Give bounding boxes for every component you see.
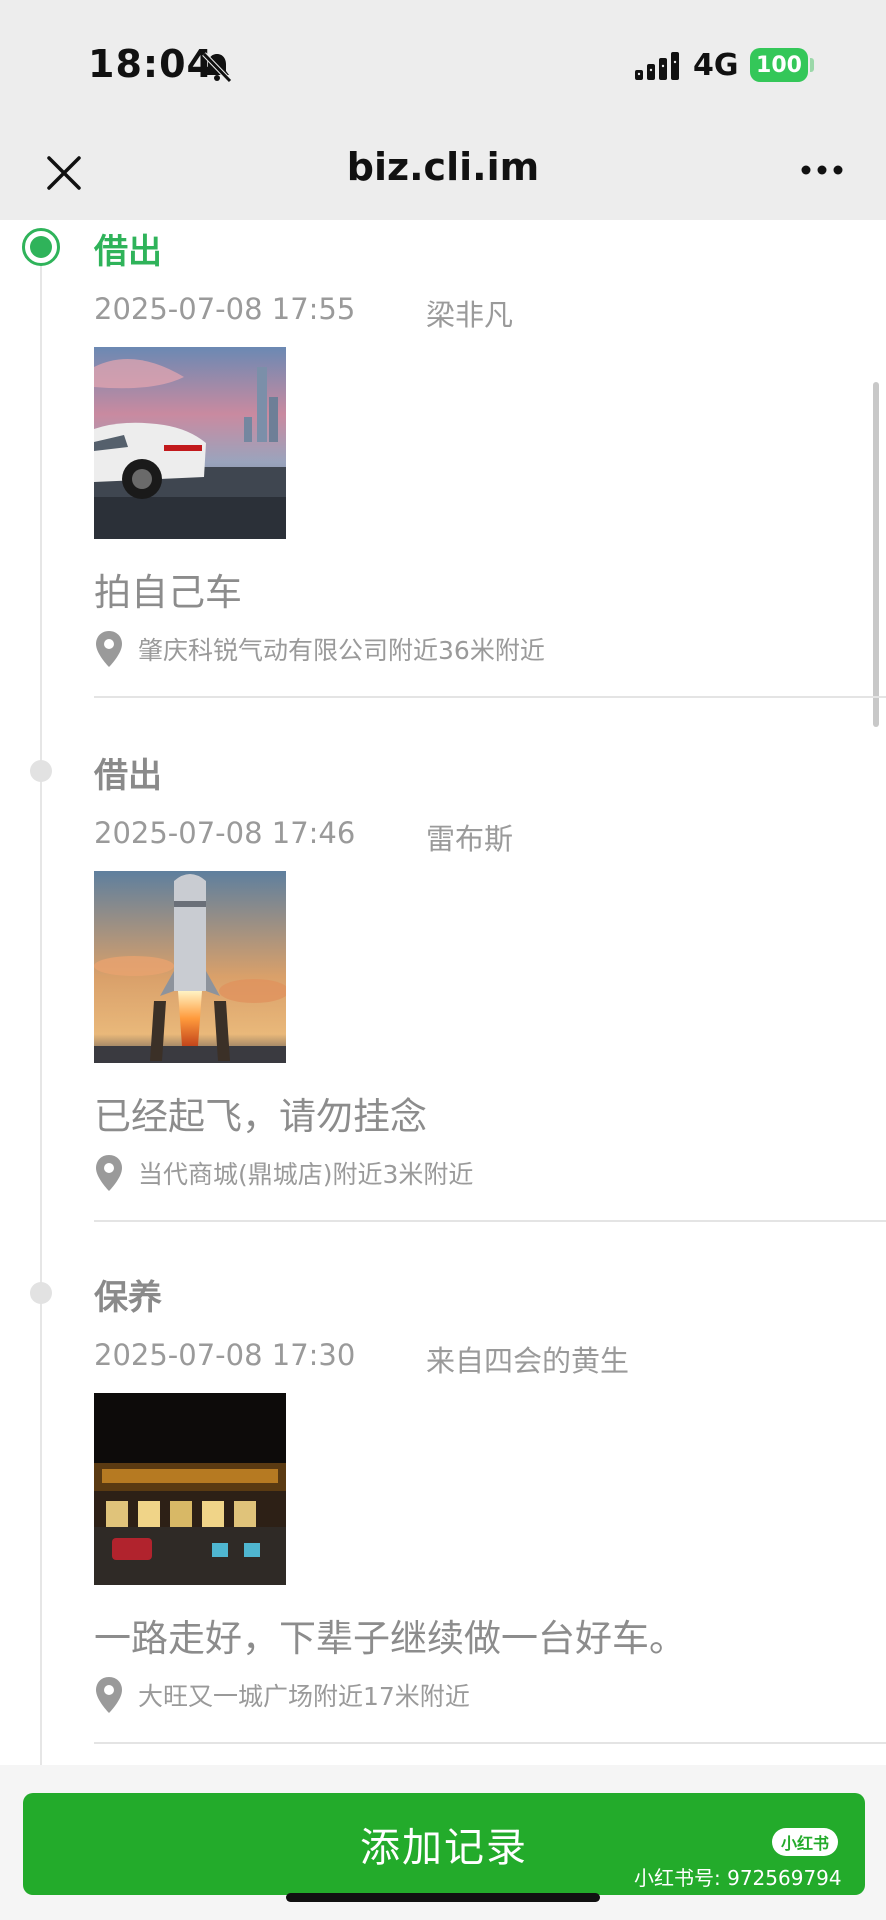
signal-icon bbox=[635, 52, 679, 80]
location-text: 肇庆科锐气动有限公司附近36米附近 bbox=[138, 636, 545, 665]
page-url: biz.cli.im bbox=[346, 145, 540, 189]
entry-title: 借出 bbox=[94, 756, 162, 796]
page: 18:04 4G 100 biz.cli.im 借出 2025-07-08 17… bbox=[0, 0, 886, 1920]
entry-title: 保养 bbox=[94, 1278, 162, 1318]
bell-muted-icon bbox=[202, 52, 232, 83]
battery-indicator: 100 bbox=[750, 48, 808, 82]
night-tollgate-photo[interactable] bbox=[94, 1393, 286, 1585]
entry-user: 来自四会的黄生 bbox=[426, 1344, 630, 1378]
entry-time: 2025-07-08 17:30 bbox=[94, 1338, 356, 1372]
white-car-photo[interactable] bbox=[94, 347, 286, 539]
more-dots-icon bbox=[801, 165, 843, 175]
watermark-badge: 小红书 bbox=[772, 1828, 838, 1856]
entry-divider bbox=[94, 1742, 886, 1744]
more-button[interactable] bbox=[796, 150, 848, 190]
entry-user: 梁非凡 bbox=[426, 298, 514, 332]
entry-note: 一路走好，下辈子继续做一台好车。 bbox=[94, 1617, 686, 1660]
entry-divider bbox=[94, 696, 886, 698]
timeline-dot bbox=[30, 760, 52, 782]
timeline-dot-active bbox=[22, 228, 60, 266]
entry-time: 2025-07-08 17:55 bbox=[94, 292, 356, 326]
home-indicator[interactable] bbox=[286, 1893, 600, 1902]
location-pin-icon bbox=[96, 1155, 122, 1191]
rocket-launch-photo[interactable] bbox=[94, 871, 286, 1063]
entry-user: 雷布斯 bbox=[426, 822, 514, 856]
network-label: 4G bbox=[693, 48, 739, 83]
timeline-entry[interactable]: 借出 2025-07-08 17:55 梁非凡 拍自己车 肇庆科锐气动有限公司附… bbox=[0, 224, 886, 744]
timeline-content[interactable]: 借出 2025-07-08 17:55 梁非凡 拍自己车 肇庆科锐气动有限公司附… bbox=[0, 220, 886, 1765]
timeline-entry[interactable]: 借出 2025-07-08 17:46 雷布斯 已经起飞，请勿挂念 当代商城(鼎… bbox=[0, 748, 886, 1268]
status-time: 18:04 bbox=[88, 42, 214, 86]
entry-location[interactable]: 肇庆科锐气动有限公司附近36米附近 bbox=[94, 629, 545, 669]
location-text: 大旺又一城广场附近17米附近 bbox=[138, 1682, 470, 1711]
entry-note: 拍自己车 bbox=[94, 571, 242, 614]
location-pin-icon bbox=[96, 631, 122, 667]
timeline-dot bbox=[30, 1282, 52, 1304]
location-pin-icon bbox=[96, 1677, 122, 1713]
entry-location[interactable]: 当代商城(鼎城店)附近3米附近 bbox=[94, 1153, 473, 1193]
entry-location[interactable]: 大旺又一城广场附近17米附近 bbox=[94, 1675, 470, 1715]
location-text: 当代商城(鼎城店)附近3米附近 bbox=[138, 1160, 474, 1189]
timeline-entry[interactable]: 保养 2025-07-08 17:30 来自四会的黄生 一路走好，下辈子继续做一… bbox=[0, 1270, 886, 1765]
battery-tip bbox=[810, 58, 814, 72]
watermark-id: 小红书号: 972569794 bbox=[634, 1866, 842, 1890]
top-bar: 18:04 4G 100 biz.cli.im bbox=[0, 0, 886, 220]
entry-title: 借出 bbox=[94, 232, 162, 272]
entry-divider bbox=[94, 1220, 886, 1222]
entry-time: 2025-07-08 17:46 bbox=[94, 816, 356, 850]
entry-note: 已经起飞，请勿挂念 bbox=[94, 1095, 427, 1138]
